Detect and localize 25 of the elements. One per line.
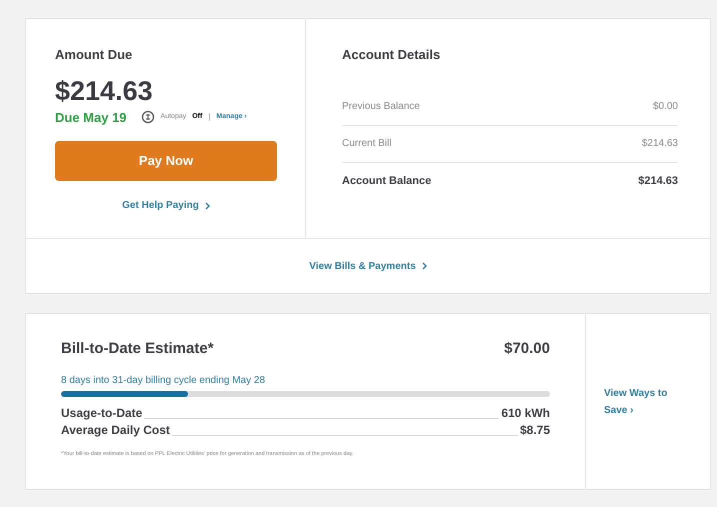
row-label: Account Balance [342,174,432,189]
save-link[interactable]: View Ways to Save › [604,384,684,418]
stat-value: 610 kWh [501,406,550,420]
billing-cycle-text: 8 days into 31-day billing cycle ending May 28 [61,374,266,388]
stat-value: $8.75 [520,422,550,438]
chevron-right-icon [204,202,210,210]
row-label: Current Bill [342,137,392,151]
estimate-amount: $70.00 [504,339,550,359]
stat-label: Usage-to-Date [61,406,142,420]
stat-label: Average Daily Cost [61,422,170,438]
bills-link[interactable]: View Bills & Payments [309,258,427,274]
section-title: Bill-to-Date Estimate* [61,339,214,359]
row-label: Previous Balance [342,100,420,114]
section-title: Account Details [342,46,442,64]
due-date: Due May 19 [55,108,127,127]
section-title: Amount Due [55,46,134,64]
help-link[interactable]: Get Help Paying [122,198,210,213]
row-value: $214.63 [638,174,678,189]
row-value: $214.63 [642,137,678,151]
chevron-right-icon [422,262,427,270]
separator: | [208,111,210,124]
autopay-icon [140,110,155,124]
amount-due: $214.63 [55,74,154,106]
pay-now-button[interactable]: Pay Now [55,141,277,181]
row-value: $0.00 [652,100,678,114]
